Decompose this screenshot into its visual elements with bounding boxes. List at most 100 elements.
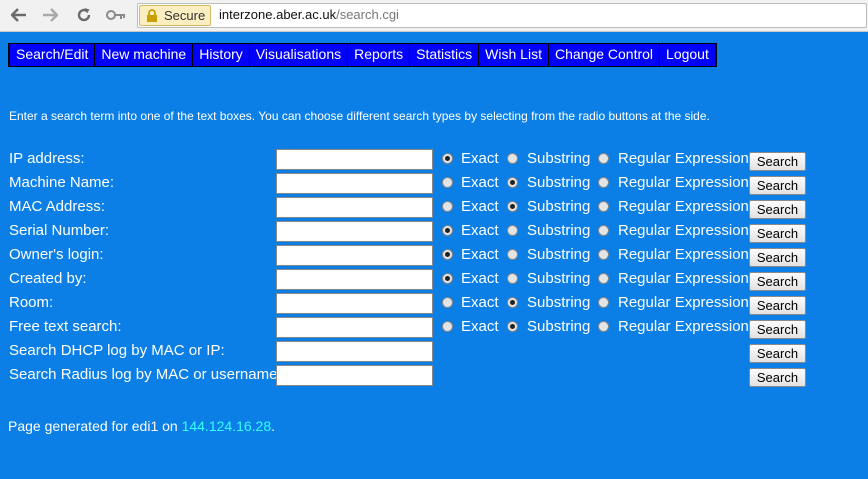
- search-row-label: Serial Number:: [9, 222, 110, 239]
- search-row-label: Created by:: [9, 270, 87, 287]
- menu-visualisations[interactable]: Visualisations: [248, 44, 349, 66]
- menu-wish-list[interactable]: Wish List: [478, 44, 549, 66]
- menu-search-edit[interactable]: Search/Edit: [9, 44, 96, 66]
- menu-logout[interactable]: Logout: [659, 44, 716, 66]
- search-term-input[interactable]: [276, 173, 433, 194]
- radio-substring[interactable]: [507, 201, 518, 212]
- radio-substring[interactable]: [507, 249, 518, 260]
- radio-label-regex: Regular Expression: [618, 294, 749, 311]
- search-term-input[interactable]: [276, 221, 433, 242]
- radio-label-substring: Substring: [527, 246, 591, 263]
- radio-label-substring: Substring: [527, 270, 591, 287]
- search-button[interactable]: Search: [749, 152, 806, 171]
- search-term-input[interactable]: [276, 341, 433, 362]
- menu-new-machine[interactable]: New machine: [94, 44, 194, 66]
- radio-label-regex: Regular Expression: [618, 150, 749, 167]
- search-row-label: Room:: [9, 294, 54, 311]
- radio-label-regex: Regular Expression: [618, 318, 749, 335]
- url-host: interzone.aber.ac.uk: [219, 7, 337, 22]
- radio-exact[interactable]: [442, 153, 453, 164]
- radio-label-substring: Substring: [527, 222, 591, 239]
- radio-label-substring: Substring: [527, 150, 591, 167]
- secure-label: Secure: [164, 8, 206, 23]
- search-button[interactable]: Search: [749, 344, 806, 363]
- search-row-label: Machine Name:: [9, 174, 115, 191]
- secure-badge[interactable]: Secure: [139, 5, 211, 26]
- search-term-input[interactable]: [276, 269, 433, 290]
- url-path: /search.cgi: [336, 7, 399, 22]
- search-button[interactable]: Search: [749, 296, 806, 315]
- search-row: Owner's login: Exact Substring Regular Expr…: [0, 245, 868, 270]
- search-row-label: Search DHCP log by MAC or IP:: [9, 342, 225, 359]
- radio-exact[interactable]: [442, 297, 453, 308]
- radio-regex[interactable]: [598, 201, 609, 212]
- radio-exact[interactable]: [442, 177, 453, 188]
- search-button[interactable]: Search: [749, 320, 806, 339]
- address-bar[interactable]: Secure interzone.aber.ac.uk/search.cgi: [137, 3, 867, 28]
- radio-substring[interactable]: [507, 153, 518, 164]
- search-button[interactable]: Search: [749, 368, 806, 387]
- back-arrow-icon[interactable]: [9, 5, 29, 25]
- radio-regex[interactable]: [598, 297, 609, 308]
- radio-regex[interactable]: [598, 177, 609, 188]
- menu-history[interactable]: History: [192, 44, 250, 66]
- search-row: Free text search: Exact Substring Regular E…: [0, 317, 868, 342]
- url-text[interactable]: interzone.aber.ac.uk/search.cgi: [219, 7, 399, 22]
- key-icon[interactable]: [106, 5, 126, 25]
- intro-text: Enter a search term into one of the text…: [9, 109, 710, 123]
- forward-arrow-icon[interactable]: [40, 5, 60, 25]
- radio-label-substring: Substring: [527, 198, 591, 215]
- radio-exact[interactable]: [442, 249, 453, 260]
- lock-icon: [145, 8, 159, 23]
- menu-statistics[interactable]: Statistics: [409, 44, 480, 66]
- radio-label-regex: Regular Expression: [618, 222, 749, 239]
- radio-label-substring: Substring: [527, 174, 591, 191]
- radio-exact[interactable]: [442, 321, 453, 332]
- radio-label-exact: Exact: [461, 246, 499, 263]
- radio-label-exact: Exact: [461, 222, 499, 239]
- search-button[interactable]: Search: [749, 176, 806, 195]
- radio-label-regex: Regular Expression: [618, 270, 749, 287]
- radio-regex[interactable]: [598, 225, 609, 236]
- search-row: Serial Number: Exact Substring Regular Expr…: [0, 221, 868, 246]
- footer-prefix: Page generated for edi1 on: [8, 418, 182, 434]
- search-button[interactable]: Search: [749, 200, 806, 219]
- reload-icon[interactable]: [74, 5, 94, 25]
- search-term-input[interactable]: [276, 293, 433, 314]
- search-term-input[interactable]: [276, 365, 433, 386]
- menu-reports[interactable]: Reports: [347, 44, 411, 66]
- search-term-input[interactable]: [276, 317, 433, 338]
- search-row: Created by: Exact Substring Regular Express…: [0, 269, 868, 294]
- radio-regex[interactable]: [598, 153, 609, 164]
- radio-exact[interactable]: [442, 225, 453, 236]
- menu-change-control[interactable]: Change Control: [547, 44, 661, 66]
- browser-toolbar: Secure interzone.aber.ac.uk/search.cgi: [0, 0, 868, 32]
- search-button[interactable]: Search: [749, 272, 806, 291]
- radio-label-regex: Regular Expression: [618, 174, 749, 191]
- radio-substring[interactable]: [507, 297, 518, 308]
- radio-regex[interactable]: [598, 273, 609, 284]
- radio-substring[interactable]: [507, 273, 518, 284]
- search-button[interactable]: Search: [749, 248, 806, 267]
- page-footer: Page generated for edi1 on 144.124.16.28…: [8, 418, 275, 434]
- search-term-input[interactable]: [276, 149, 433, 170]
- radio-regex[interactable]: [598, 249, 609, 260]
- search-button[interactable]: Search: [749, 224, 806, 243]
- radio-substring[interactable]: [507, 225, 518, 236]
- radio-label-exact: Exact: [461, 150, 499, 167]
- radio-substring[interactable]: [507, 321, 518, 332]
- radio-label-exact: Exact: [461, 294, 499, 311]
- radio-label-exact: Exact: [461, 198, 499, 215]
- radio-regex[interactable]: [598, 321, 609, 332]
- search-row: Room: Exact Substring Regular Expression Sea…: [0, 293, 868, 318]
- search-row-label: Owner's login:: [9, 246, 104, 263]
- search-term-input[interactable]: [276, 245, 433, 266]
- search-row: Search Radius log by MAC or username: Sea…: [0, 365, 868, 390]
- radio-exact[interactable]: [442, 201, 453, 212]
- search-row: IP address: Exact Substring Regular Express…: [0, 149, 868, 174]
- radio-exact[interactable]: [442, 273, 453, 284]
- search-row: Search DHCP log by MAC or IP: Search: [0, 341, 868, 366]
- search-term-input[interactable]: [276, 197, 433, 218]
- client-ip-link[interactable]: 144.124.16.28: [182, 418, 272, 434]
- radio-substring[interactable]: [507, 177, 518, 188]
